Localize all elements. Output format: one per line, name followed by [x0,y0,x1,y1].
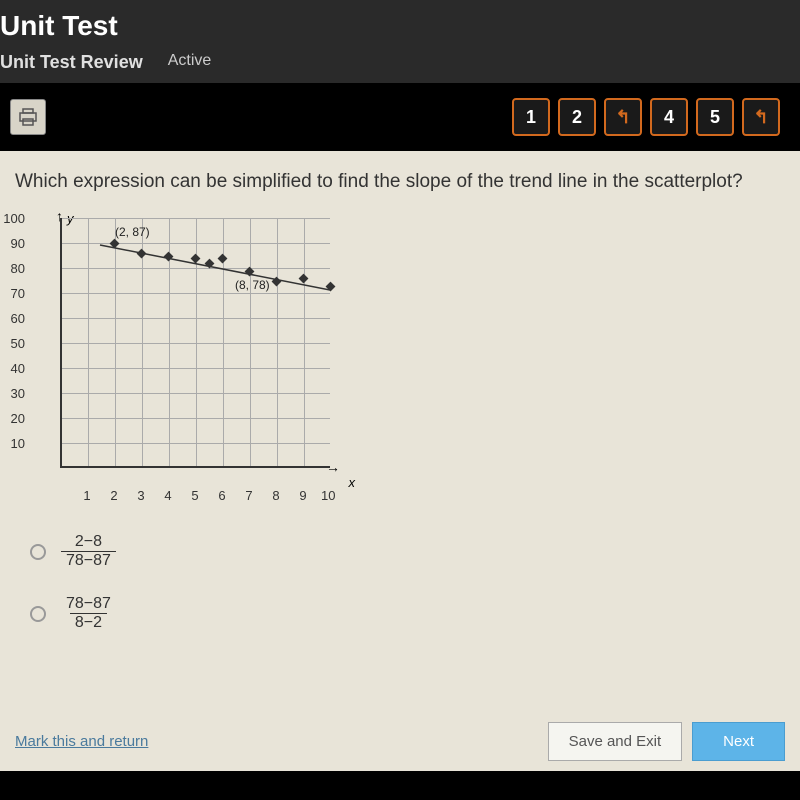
nav-btn-2[interactable]: 2 [558,98,596,136]
x-axis-arrow-icon: → [326,459,340,475]
content-area: Which expression can be simplified to fi… [0,151,800,771]
radio-a[interactable] [30,544,46,560]
nav-btn-back-1[interactable]: ↰ [604,98,642,136]
print-icon [18,108,38,126]
footer-buttons: Save and Exit Next [548,722,785,761]
mark-return-link[interactable]: Mark this and return [15,733,148,750]
fraction-a: 2−8 78−87 [61,533,116,570]
nav-btn-5[interactable]: 5 [696,98,734,136]
x-axis-label: x [349,475,356,490]
question-text: Which expression can be simplified to fi… [15,171,785,193]
point-label-1: (2, 87) [115,225,150,239]
option-b[interactable]: 78−87 8−2 [30,595,785,632]
save-exit-button[interactable]: Save and Exit [548,722,683,761]
scatterplot-chart: ↑ y 100 90 80 70 60 50 40 30 20 10 1 2 3… [25,213,375,503]
fraction-b: 78−87 8−2 [61,595,116,632]
next-button[interactable]: Next [692,722,785,761]
footer: Mark this and return Save and Exit Next [15,722,785,761]
subtitle-row: Unit Test Review Active [0,47,800,83]
radio-b[interactable] [30,606,46,622]
nav-buttons: 1 2 ↰ 4 5 ↰ [512,98,790,136]
nav-btn-1[interactable]: 1 [512,98,550,136]
toolbar: 1 2 ↰ 4 5 ↰ [0,83,800,151]
option-a[interactable]: 2−8 78−87 [30,533,785,570]
answer-options: 2−8 78−87 78−87 8−2 [30,533,785,632]
nav-btn-back-2[interactable]: ↰ [742,98,780,136]
point-label-2: (8, 78) [235,278,270,292]
active-label: Active [168,52,212,73]
header: Unit Test Unit Test Review Active [0,0,800,83]
nav-btn-4[interactable]: 4 [650,98,688,136]
print-button[interactable] [10,99,46,135]
page-title: Unit Test [0,10,800,47]
subtitle: Unit Test Review [0,52,143,73]
